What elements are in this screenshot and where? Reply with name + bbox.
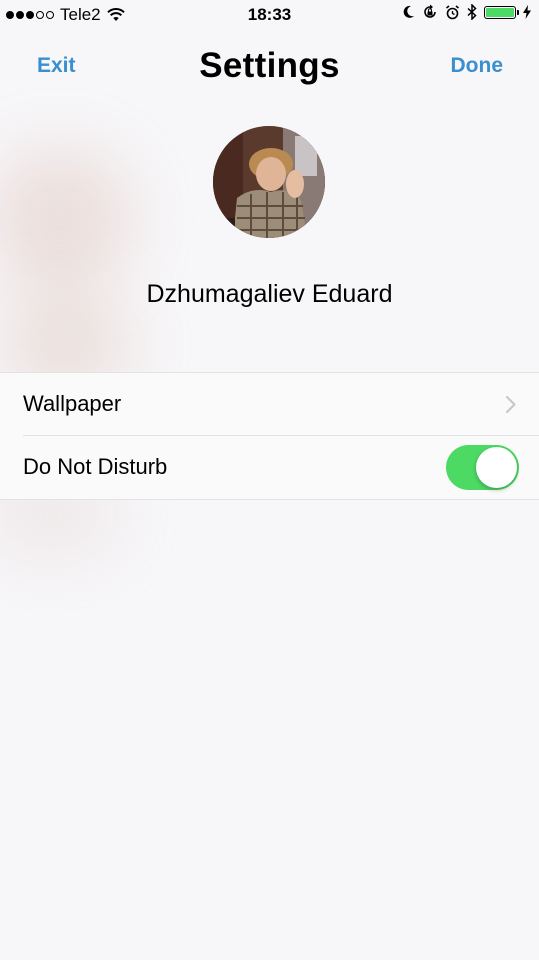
charging-bolt-icon xyxy=(523,5,531,19)
avatar[interactable] xyxy=(213,126,325,238)
background-blur xyxy=(0,150,130,290)
do-not-disturb-label: Do Not Disturb xyxy=(23,454,168,479)
status-right xyxy=(402,4,531,20)
chevron-right-icon xyxy=(505,395,516,414)
rotation-lock-icon xyxy=(424,4,436,18)
bluetooth-icon xyxy=(467,4,477,20)
navigation-bar: Exit Settings Done xyxy=(0,40,539,90)
alarm-icon xyxy=(446,4,459,19)
done-button[interactable]: Done xyxy=(451,54,504,78)
avatar-photo xyxy=(213,126,325,238)
do-not-disturb-toggle[interactable] xyxy=(446,445,519,490)
toggle-knob xyxy=(476,447,517,488)
wallpaper-label: Wallpaper xyxy=(23,391,122,416)
profile-name: Dzhumagaliev Eduard xyxy=(146,280,393,308)
moon-icon xyxy=(403,5,414,18)
battery-icon xyxy=(484,5,519,19)
status-bar: Tele2 18:33 xyxy=(0,0,539,30)
do-not-disturb-row: Do Not Disturb xyxy=(0,436,539,498)
settings-list: Wallpaper Do Not Disturb xyxy=(0,372,539,500)
wallpaper-row[interactable]: Wallpaper xyxy=(0,373,539,436)
